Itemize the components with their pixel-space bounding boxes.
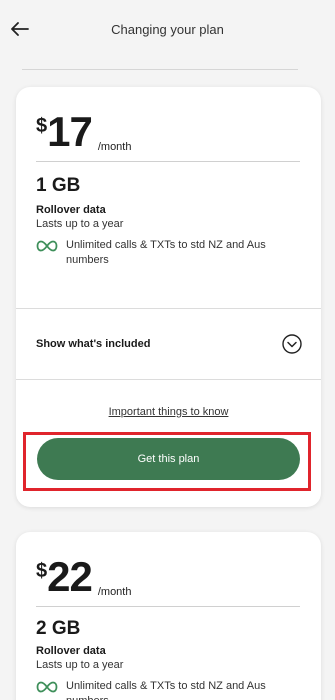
feature-text: Unlimited calls & TXTs to std NZ and Aus… (66, 680, 266, 700)
show-included-toggle[interactable]: Show what's included (36, 331, 302, 357)
currency-symbol: $ (36, 115, 48, 137)
price-amount: 17 (47, 108, 93, 155)
top-divider (22, 69, 298, 70)
data-amount: 1 GB (36, 175, 81, 196)
price: $ 17 /month (36, 108, 132, 155)
page-title: Changing your plan (111, 21, 224, 37)
price-divider (36, 606, 300, 607)
important-things-link[interactable]: Important things to know (16, 406, 321, 418)
data-amount: 2 GB (36, 618, 81, 639)
price-divider (36, 161, 300, 162)
plan-card-22: $ 22 /month 2 GB Rollover data Lasts up … (16, 532, 321, 700)
feature-text: Unlimited calls & TXTs to std NZ and Aus… (66, 239, 266, 266)
get-this-plan-button[interactable]: Get this plan (37, 438, 300, 480)
data-type: Rollover data (36, 645, 106, 657)
price-unit: /month (97, 141, 132, 153)
feature-item: Unlimited calls & TXTs to std NZ and Aus… (36, 679, 306, 700)
back-button[interactable] (8, 17, 32, 41)
currency-symbol: $ (36, 560, 48, 582)
feature-item: Unlimited calls & TXTs to std NZ and Aus… (36, 238, 306, 268)
price: $ 22 /month (36, 553, 132, 600)
data-type: Rollover data (36, 204, 106, 216)
section-divider (16, 379, 321, 380)
chevron-down-icon (282, 334, 302, 354)
plan-card-17: $ 17 /month 1 GB Rollover data Lasts up … (16, 87, 321, 507)
infinity-icon (36, 681, 58, 693)
rollover-note: Lasts up to a year (36, 218, 124, 230)
price-unit: /month (97, 586, 132, 598)
arrow-left-icon (11, 22, 29, 36)
infinity-icon (36, 240, 58, 252)
price-amount: 22 (47, 553, 93, 600)
rollover-note: Lasts up to a year (36, 659, 124, 671)
section-divider (16, 308, 321, 309)
show-included-label: Show what's included (36, 338, 151, 350)
app-header: Changing your plan (0, 0, 335, 62)
